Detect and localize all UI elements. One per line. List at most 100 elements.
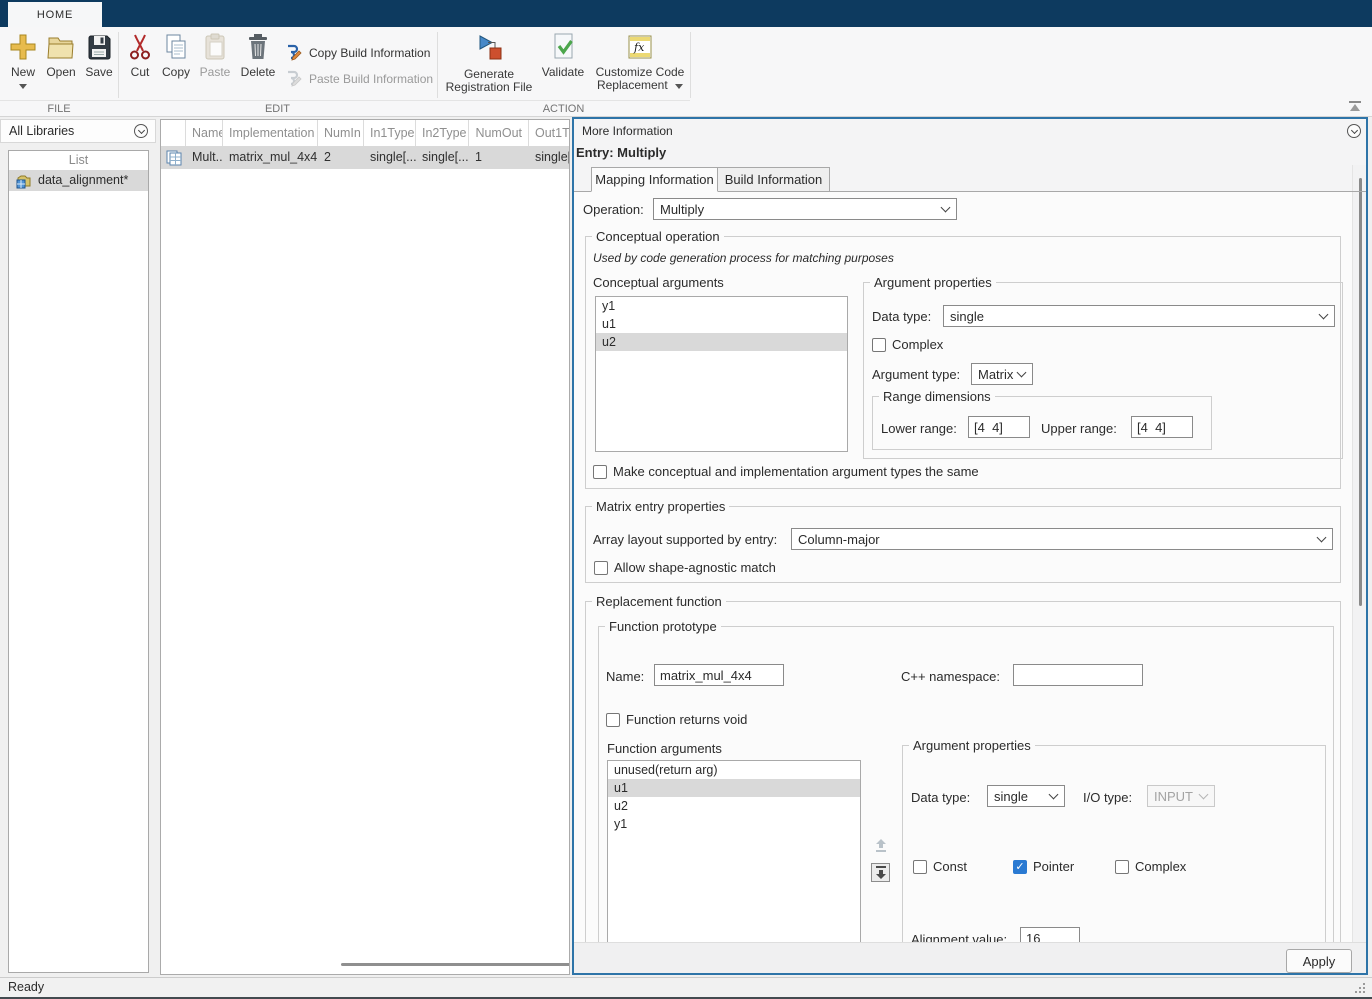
pointer-checkbox[interactable]: ✓ <box>1013 860 1027 874</box>
list-item[interactable]: u1 <box>608 779 860 797</box>
more-information-panel: More Information Entry: Multiply Mapping… <box>572 117 1368 975</box>
validate-check-icon <box>539 32 587 62</box>
move-argument-up-button[interactable] <box>871 836 890 855</box>
list-item[interactable]: y1 <box>608 815 860 833</box>
cell-out1type: single[4 <box>529 146 570 169</box>
list-item[interactable]: u2 <box>608 797 860 815</box>
resize-grip-icon[interactable] <box>1354 982 1366 997</box>
copy-button[interactable]: Copy <box>158 32 194 79</box>
cell-name: Mult... <box>186 146 223 169</box>
shape-agnostic-label: Allow shape-agnostic match <box>614 560 776 575</box>
column-header-in1type[interactable]: In1Type <box>364 120 416 146</box>
function-arguments-listbox[interactable]: unused(return arg) u1 u2 y1 <box>607 760 861 942</box>
move-argument-down-button[interactable] <box>871 863 890 882</box>
libraries-menu-button[interactable] <box>134 124 148 138</box>
complex-checkbox[interactable] <box>872 338 886 352</box>
chevron-down-icon <box>1319 310 1329 320</box>
complex-checkbox[interactable] <box>1115 860 1129 874</box>
generate-registration-file-icon <box>443 32 535 64</box>
vertical-scrollbar[interactable] <box>1352 165 1366 942</box>
delete-button[interactable]: Delete <box>237 32 279 79</box>
open-button[interactable]: Open <box>42 32 80 79</box>
icon-column-header[interactable] <box>161 120 186 146</box>
list-item[interactable]: unused(return arg) <box>608 761 860 779</box>
data-type-select[interactable]: single <box>943 305 1335 327</box>
data-type-label: Data type: <box>911 790 970 805</box>
list-item[interactable]: u2 <box>596 333 847 351</box>
libraries-listbox[interactable]: List data_alignment* <box>8 150 149 973</box>
alignment-value-label: Alignment value: <box>911 932 1007 942</box>
cell-in1type: single[... <box>364 146 416 169</box>
paste-button[interactable]: Paste <box>196 32 234 79</box>
paste-build-information-button[interactable]: Paste Build Information <box>284 68 433 90</box>
conceptual-arguments-listbox[interactable]: y1 u1 u2 <box>595 296 848 452</box>
horizontal-scrollbar[interactable] <box>341 963 570 966</box>
returns-void-checkbox[interactable] <box>606 713 620 727</box>
range-dimensions-group: Range dimensions Lower range: [4 4] Uppe… <box>872 396 1212 450</box>
generate-registration-file-button[interactable]: Generate Registration File <box>443 32 535 94</box>
panel-menu-button[interactable] <box>1347 124 1361 138</box>
list-item[interactable]: u1 <box>596 315 847 333</box>
upper-range-label: Upper range: <box>1041 421 1117 436</box>
delete-trash-icon <box>237 32 279 62</box>
upper-range-input[interactable]: [4 4] <box>1131 416 1193 438</box>
namespace-input[interactable] <box>1013 664 1143 686</box>
tab-build-information[interactable]: Build Information <box>717 167 830 192</box>
complex-label: Complex <box>1135 859 1186 874</box>
entry-icon <box>163 146 186 169</box>
operation-select[interactable]: Multiply <box>653 198 957 220</box>
chevron-down-icon <box>137 126 144 133</box>
column-header-numin[interactable]: NumIn <box>318 120 364 146</box>
conceptual-operation-title: Conceptual operation <box>592 229 724 244</box>
argument-properties-title: Argument properties <box>870 275 996 290</box>
copy-pages-icon <box>158 32 194 62</box>
customize-dropdown-icon <box>675 84 683 89</box>
argument-type-label: Argument type: <box>872 367 960 382</box>
tab-mapping-information[interactable]: Mapping Information <box>591 167 718 192</box>
function-arguments-label: Function arguments <box>607 741 722 756</box>
panel-header: More Information <box>582 124 673 138</box>
panel-bottom-bar: Apply <box>574 942 1366 973</box>
alignment-value-input[interactable]: 16 <box>1020 927 1080 942</box>
array-layout-select[interactable]: Column-major <box>791 528 1333 550</box>
matrix-entry-properties-group: Matrix entry properties Array layout sup… <box>585 506 1341 583</box>
column-header-implementation[interactable]: Implementation <box>223 120 318 146</box>
tab-home[interactable]: HOME <box>8 2 102 27</box>
column-header-name[interactable]: Name <box>186 120 223 146</box>
conceptual-argument-properties-group: Argument properties Data type: single Co… <box>863 282 1343 459</box>
same-types-checkbox[interactable] <box>593 465 607 479</box>
shape-agnostic-checkbox[interactable] <box>594 561 608 575</box>
lower-range-label: Lower range: <box>881 421 957 436</box>
name-label: Name: <box>606 669 644 684</box>
argument-type-select[interactable]: Matrix <box>971 363 1033 385</box>
minimize-ribbon-icon[interactable] <box>1348 100 1362 115</box>
apply-button[interactable]: Apply <box>1286 949 1352 973</box>
same-types-label: Make conceptual and implementation argum… <box>613 464 979 479</box>
column-header-numout[interactable]: NumOut <box>469 120 529 146</box>
save-button[interactable]: Save <box>80 32 118 79</box>
libraries-title: All Libraries <box>9 124 74 138</box>
namespace-label: C++ namespace: <box>901 669 1000 684</box>
validate-button[interactable]: Validate <box>539 32 587 79</box>
file-group-label: FILE <box>0 103 118 115</box>
customize-code-replacement-button[interactable]: fx Customize Code Replacement <box>591 32 689 92</box>
check-icon: ✓ <box>1015 862 1024 873</box>
svg-text:fx: fx <box>633 41 645 54</box>
column-header-out1type[interactable]: Out1Ty <box>529 120 570 146</box>
cell-numout: 1 <box>469 146 529 169</box>
function-argument-properties-group: Argument properties Data type: single I/… <box>902 745 1326 942</box>
column-header-in2type[interactable]: In2Type <box>416 120 469 146</box>
entries-table[interactable]: Name Implementation NumIn In1Type In2Typ… <box>160 119 570 975</box>
new-button[interactable]: New <box>5 32 41 92</box>
lower-range-input[interactable]: [4 4] <box>968 416 1030 438</box>
list-item[interactable]: y1 <box>596 297 847 315</box>
copy-build-information-button[interactable]: Copy Build Information <box>284 42 430 64</box>
vertical-scrollbar-thumb[interactable] <box>1359 178 1362 606</box>
fn-data-type-select[interactable]: single <box>987 785 1065 807</box>
entry-title: Entry: Multiply <box>576 145 666 160</box>
library-item[interactable]: data_alignment* <box>9 170 148 191</box>
cut-button[interactable]: Cut <box>124 32 156 79</box>
function-name-input[interactable]: matrix_mul_4x4 <box>654 664 784 686</box>
cell-implementation: matrix_mul_4x4 <box>223 146 318 169</box>
const-checkbox[interactable] <box>913 860 927 874</box>
